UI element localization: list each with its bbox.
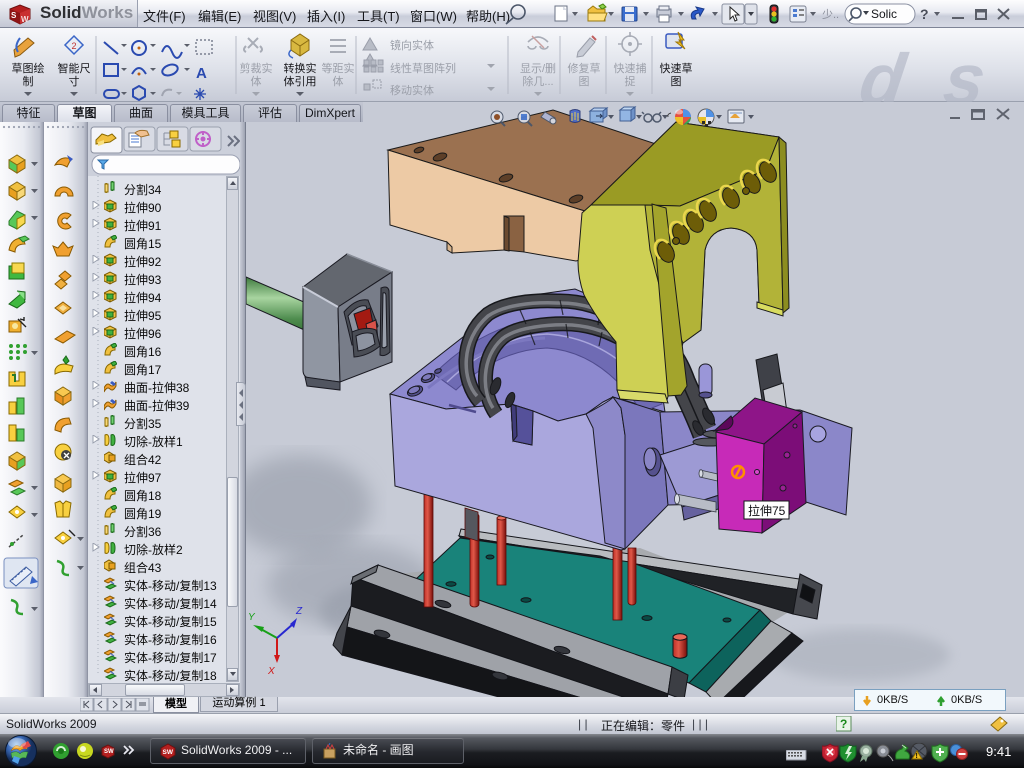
svg-text:Solic: Solic (871, 7, 897, 21)
svg-text:显示/删: 显示/删 (520, 62, 556, 75)
svg-text:?: ? (920, 6, 929, 22)
svg-text:制: 制 (23, 75, 34, 88)
svg-text:等距实: 等距实 (322, 61, 355, 75)
svg-text:草图绘: 草图绘 (12, 61, 45, 75)
svg-text:寸: 寸 (69, 74, 80, 88)
svg-text:图: 图 (671, 75, 682, 88)
svg-text:捉: 捉 (625, 74, 636, 88)
svg-text:SW: SW (104, 749, 114, 755)
svg-text:X: X (267, 666, 275, 677)
svg-text:体: 体 (251, 74, 262, 88)
svg-text:移动实体: 移动实体 (390, 83, 434, 97)
svg-text:2: 2 (71, 41, 76, 51)
svg-text:体引用: 体引用 (284, 74, 317, 88)
svg-text:体: 体 (333, 74, 344, 88)
svg-text:S: S (11, 11, 17, 20)
svg-text:A: A (196, 65, 207, 82)
svg-text:除几...: 除几... (522, 74, 553, 88)
svg-text:?: ? (840, 717, 847, 731)
svg-text:Z: Z (295, 606, 303, 617)
svg-text:拉伸75: 拉伸75 (748, 503, 786, 518)
svg-text:图: 图 (579, 75, 590, 88)
svg-text:少..: 少.. (822, 8, 839, 21)
svg-text:剪裁实: 剪裁实 (240, 61, 273, 75)
svg-text:智能尺: 智能尺 (58, 61, 91, 75)
svg-text:SW: SW (163, 749, 174, 756)
svg-text:ds: ds (855, 40, 1024, 102)
svg-text:快速草: 快速草 (660, 62, 693, 75)
svg-text:W: W (21, 15, 29, 24)
svg-text:转换实: 转换实 (284, 61, 317, 75)
svg-text:线性草图阵列: 线性草图阵列 (390, 61, 456, 75)
svg-text:!: ! (916, 753, 918, 760)
svg-text:快速捕: 快速捕 (614, 61, 647, 75)
svg-text:修复草: 修复草 (568, 61, 601, 75)
svg-text:镜向实体: 镜向实体 (390, 38, 434, 52)
